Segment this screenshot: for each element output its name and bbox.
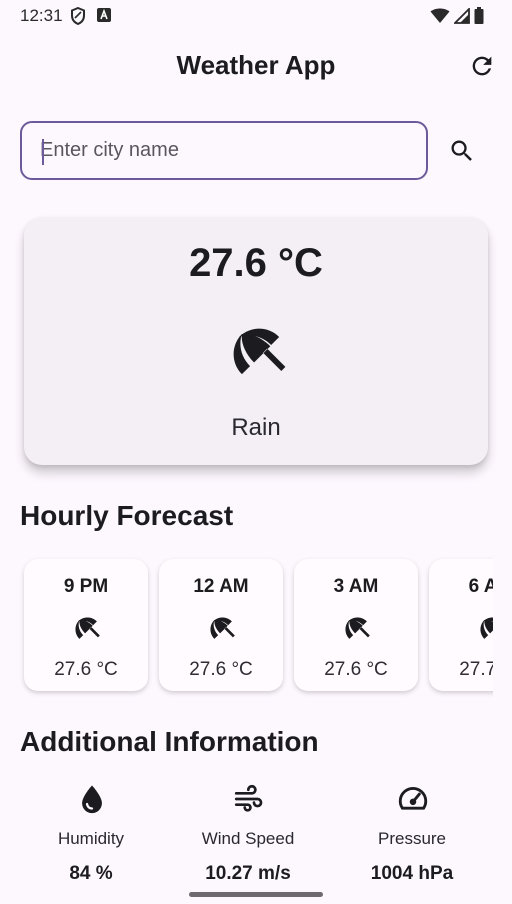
umbrella-icon bbox=[340, 612, 372, 644]
hourly-card: 9 PM 27.6 °C bbox=[24, 559, 148, 691]
wind-speed-value: 10.27 m/s bbox=[205, 863, 291, 884]
current-weather-card: 27.6 °C Rain bbox=[24, 217, 488, 465]
a-badge-icon bbox=[96, 7, 112, 30]
current-temperature: 27.6 °C bbox=[189, 241, 323, 285]
current-condition: Rain bbox=[231, 414, 281, 441]
hourly-temperature: 27.6 °C bbox=[324, 659, 388, 680]
hourly-temperature: 27.6 °C bbox=[189, 659, 253, 680]
gauge-icon bbox=[396, 782, 430, 816]
search-field[interactable] bbox=[20, 121, 428, 180]
hourly-time: 3 AM bbox=[333, 576, 379, 597]
wind-speed-label: Wind Speed bbox=[201, 829, 295, 848]
text-cursor bbox=[42, 139, 44, 165]
umbrella-icon bbox=[475, 612, 493, 644]
status-time: 12:31 bbox=[20, 6, 63, 25]
hourly-card: 12 AM 27.6 °C bbox=[159, 559, 283, 691]
battery-icon bbox=[474, 7, 484, 29]
hourly-time: 9 PM bbox=[63, 576, 109, 597]
hourly-time: 12 AM bbox=[193, 576, 249, 597]
home-indicator[interactable] bbox=[189, 892, 323, 897]
humidity-value: 84 % bbox=[69, 863, 113, 884]
umbrella-icon bbox=[205, 612, 237, 644]
search-icon bbox=[448, 140, 476, 169]
humidity-item: Humidity 84 % bbox=[16, 780, 166, 890]
pressure-label: Pressure bbox=[377, 829, 447, 848]
shield-icon bbox=[70, 6, 86, 30]
app-title: Weather App bbox=[176, 50, 336, 80]
hourly-card: 3 AM 27.6 °C bbox=[294, 559, 418, 691]
wind-speed-item: Wind Speed 10.27 m/s bbox=[173, 780, 323, 890]
hourly-time: 6 AM bbox=[468, 576, 493, 597]
status-left-icons bbox=[70, 6, 112, 30]
search-button[interactable] bbox=[448, 137, 476, 165]
wifi-icon bbox=[430, 8, 450, 29]
hourly-temperature: 27.6 °C bbox=[54, 659, 118, 680]
status-bar: 12:31 bbox=[0, 0, 512, 32]
hourly-temperature: 27.7 °C bbox=[459, 659, 493, 680]
pressure-value: 1004 hPa bbox=[370, 863, 454, 884]
app-bar: Weather App bbox=[0, 40, 512, 92]
humidity-label: Humidity bbox=[57, 829, 125, 848]
hourly-forecast-title: Hourly Forecast bbox=[20, 500, 234, 531]
search-input[interactable] bbox=[40, 123, 410, 178]
pressure-item: Pressure 1004 hPa bbox=[337, 780, 487, 890]
water-drop-icon bbox=[75, 782, 109, 816]
signal-icon bbox=[452, 6, 470, 29]
umbrella-icon bbox=[70, 612, 102, 644]
wind-icon bbox=[232, 782, 266, 816]
refresh-button[interactable] bbox=[468, 52, 496, 80]
hourly-forecast-list[interactable]: 9 PM 27.6 °C 12 AM 27.6 °C 3 AM 27.6 °C … bbox=[20, 555, 493, 700]
refresh-icon bbox=[468, 56, 496, 84]
additional-info-title: Additional Information bbox=[20, 726, 319, 757]
umbrella-icon bbox=[222, 317, 290, 385]
hourly-card: 6 AM 27.7 °C bbox=[429, 559, 493, 691]
status-right-icons bbox=[430, 6, 484, 29]
